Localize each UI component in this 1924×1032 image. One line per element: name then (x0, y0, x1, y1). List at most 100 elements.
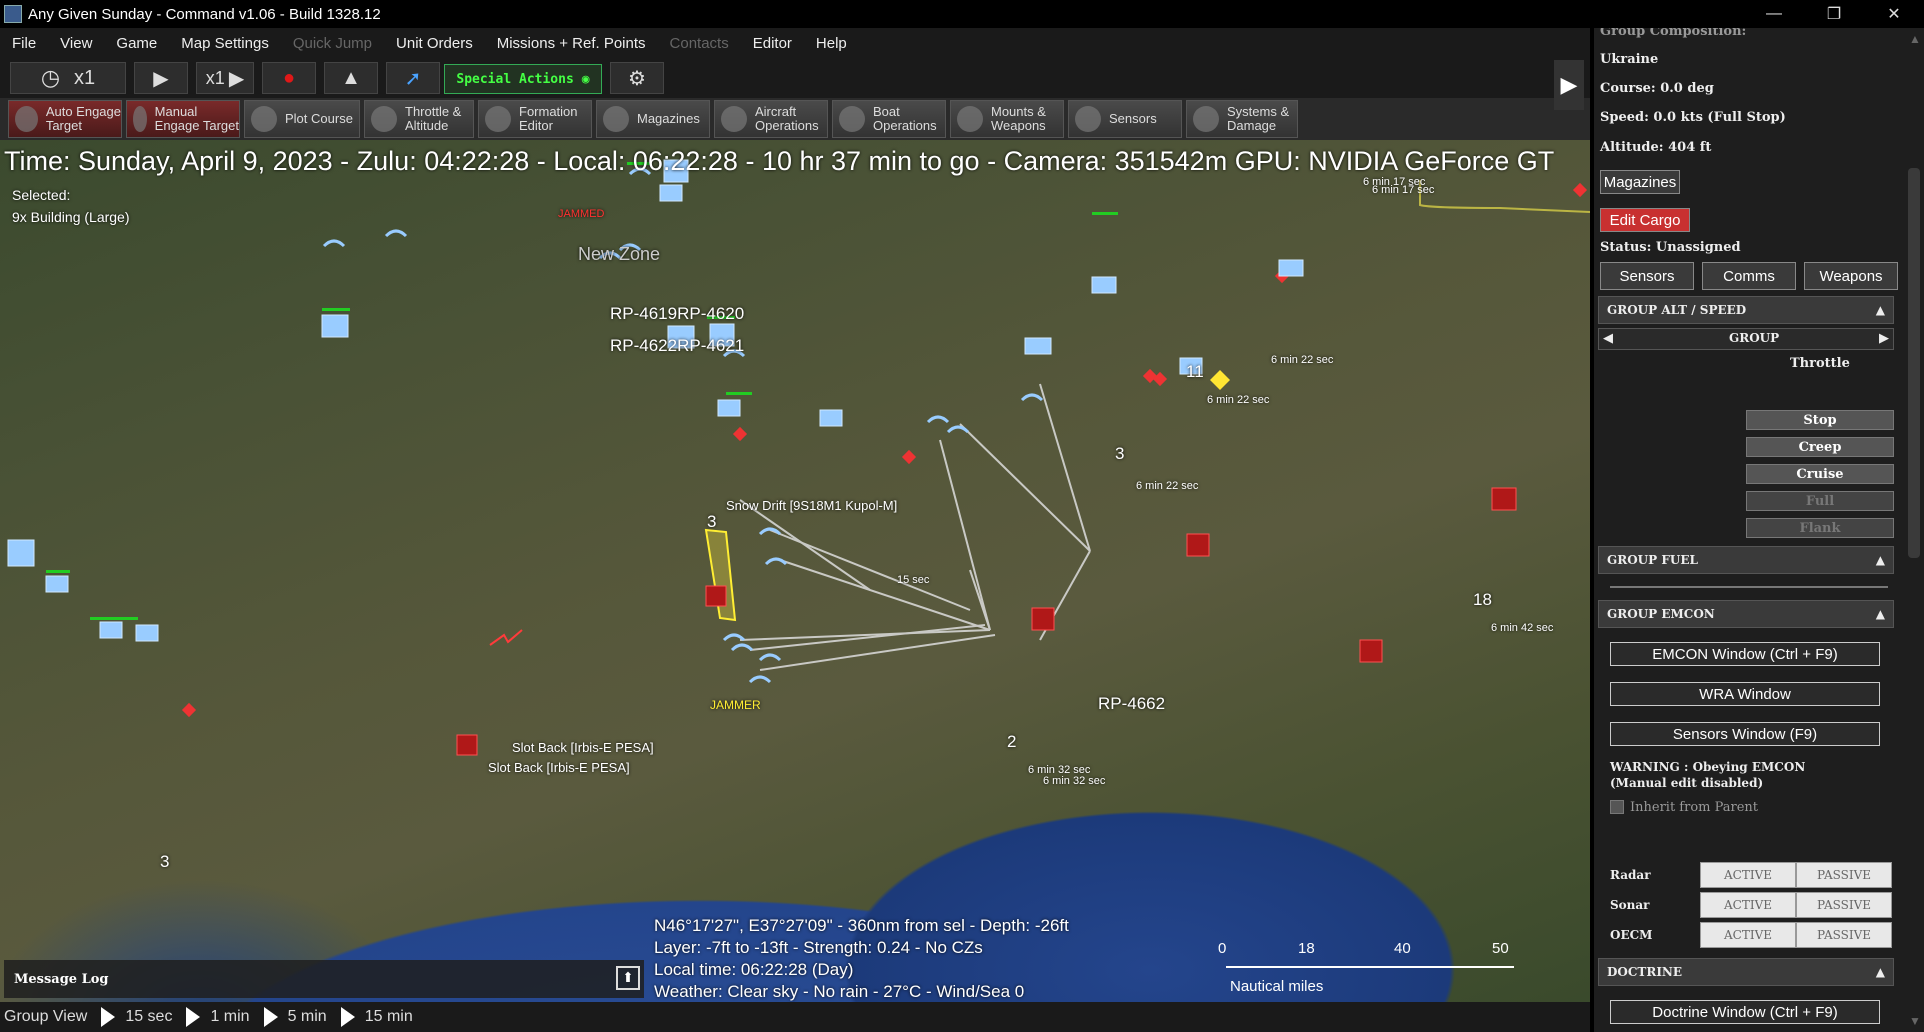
heading-button[interactable]: ➚ (386, 62, 440, 94)
facility-marker[interactable] (1031, 607, 1055, 631)
friendly-unit[interactable] (135, 624, 159, 642)
scroll-down-icon[interactable]: ▼ (1909, 1014, 1921, 1028)
tactical-map[interactable] (0, 140, 1590, 1002)
emcon-radar-passive-button[interactable]: PASSIVE (1796, 862, 1892, 888)
play-button[interactable]: ▶ (134, 62, 188, 94)
toolbar-throttle-altitude-button[interactable]: Throttle & Altitude (364, 100, 474, 138)
collapse-panel-button[interactable]: ▶ (1554, 60, 1584, 110)
aircraft-symbol[interactable] (730, 643, 754, 652)
menu-map-settings[interactable]: Map Settings (169, 35, 281, 52)
emcon-sonar-active-button[interactable]: ACTIVE (1700, 892, 1796, 918)
toolbar-boat-operations-button[interactable]: Boat Operations (832, 100, 946, 138)
friendly-unit[interactable] (1278, 259, 1304, 277)
minimize-button[interactable]: — (1744, 0, 1804, 28)
menu-help[interactable]: Help (804, 35, 859, 52)
edit-cargo-button[interactable]: Edit Cargo (1600, 208, 1690, 232)
facility-marker[interactable] (705, 585, 727, 607)
contact-marker[interactable] (732, 426, 748, 442)
selected-unit-marker[interactable] (1210, 370, 1230, 390)
facility-marker[interactable] (456, 734, 478, 756)
toolbar-plot-course-button[interactable]: Plot Course (244, 100, 360, 138)
settings-button[interactable]: ⚙ (610, 62, 664, 94)
friendly-unit[interactable] (99, 621, 123, 639)
maximize-button[interactable]: ❐ (1804, 0, 1864, 28)
wra-window-button[interactable]: WRA Window (1610, 682, 1880, 706)
time-compression-control[interactable]: ◷ x1 (10, 62, 126, 94)
facility-marker[interactable] (1186, 533, 1210, 557)
friendly-unit[interactable] (717, 399, 741, 417)
facility-marker[interactable] (1359, 639, 1383, 663)
friendly-unit[interactable] (45, 575, 69, 593)
chevron-right-icon[interactable]: ▶ (1879, 331, 1889, 346)
chevron-left-icon[interactable]: ◀ (1603, 331, 1613, 346)
friendly-unit[interactable] (321, 314, 349, 338)
aircraft-symbol[interactable] (322, 239, 346, 248)
friendly-unit[interactable] (7, 539, 35, 567)
sensors-window-button[interactable]: Sensors Window (F9) (1610, 722, 1880, 746)
menu-game[interactable]: Game (104, 35, 169, 52)
time-step-button[interactable]: 5 min (258, 1007, 327, 1027)
time-step-button[interactable]: 15 sec (95, 1007, 172, 1027)
throttle-cruise-button[interactable]: Cruise (1746, 464, 1894, 484)
close-button[interactable]: ✕ (1864, 0, 1924, 28)
emcon-oecm-active-button[interactable]: ACTIVE (1700, 922, 1796, 948)
tab-comms[interactable]: Comms (1702, 262, 1796, 290)
throttle-creep-button[interactable]: Creep (1746, 437, 1894, 457)
toolbar-formation-editor-button[interactable]: Formation Editor (478, 100, 592, 138)
magazines-button[interactable]: Magazines (1600, 170, 1680, 194)
special-actions-button[interactable]: Special Actions ◉ (444, 64, 602, 94)
aircraft-symbol[interactable] (384, 229, 408, 238)
toolbar-mounts-weapons-button[interactable]: Mounts & Weapons (950, 100, 1064, 138)
aircraft-symbol[interactable] (926, 415, 950, 424)
emcon-oecm-passive-button[interactable]: PASSIVE (1796, 922, 1892, 948)
alt-speed-section-header[interactable]: GROUP ALT / SPEED ▲ (1598, 296, 1894, 324)
contact-marker[interactable] (1572, 182, 1588, 198)
toolbar-auto-engage-target-button[interactable]: Auto Engage Target (8, 100, 122, 138)
emcon-window-button[interactable]: EMCON Window (Ctrl + F9) (1610, 642, 1880, 666)
friendly-unit[interactable] (659, 184, 683, 202)
toolbar-aircraft-operations-button[interactable]: Aircraft Operations (714, 100, 828, 138)
menu-editor[interactable]: Editor (741, 35, 804, 52)
scroll-thumb[interactable] (1908, 168, 1920, 558)
step-button[interactable]: x1 ▶ (196, 62, 254, 94)
tab-weapons[interactable]: Weapons (1804, 262, 1898, 290)
toolbar-systems-damage-button[interactable]: Systems & Damage (1186, 100, 1298, 138)
message-log-bar[interactable]: Message Log ⬆ (4, 960, 644, 998)
aircraft-symbol[interactable] (764, 557, 788, 566)
time-step-button[interactable]: 1 min (180, 1007, 250, 1027)
record-button[interactable]: ● (262, 62, 316, 94)
friendly-unit[interactable] (1091, 276, 1117, 294)
toolbar-magazines-button[interactable]: Magazines (596, 100, 710, 138)
contact-marker[interactable] (181, 702, 197, 718)
menu-view[interactable]: View (48, 35, 104, 52)
menu-missions-ref-points[interactable]: Missions + Ref. Points (485, 35, 658, 52)
fuel-section-header[interactable]: GROUP FUEL ▲ (1598, 546, 1894, 574)
time-step-button[interactable]: 15 min (335, 1007, 413, 1027)
collapse-icon[interactable]: ▲ (1876, 303, 1885, 317)
facility-marker[interactable] (1491, 487, 1517, 511)
collapse-icon[interactable]: ▲ (1876, 553, 1885, 567)
aircraft-symbol[interactable] (758, 527, 782, 536)
friendly-unit[interactable] (1024, 337, 1052, 355)
aircraft-symbol[interactable] (758, 653, 782, 662)
doctrine-section-header[interactable]: DOCTRINE ▲ (1598, 958, 1894, 986)
aircraft-symbol[interactable] (722, 633, 746, 642)
contact-marker[interactable] (901, 449, 917, 465)
collapse-icon[interactable]: ▲ (1876, 607, 1885, 621)
aircraft-symbol[interactable] (946, 425, 970, 434)
inherit-checkbox[interactable] (1610, 800, 1624, 814)
aircraft-symbol[interactable] (748, 675, 772, 684)
menu-unit-orders[interactable]: Unit Orders (384, 35, 485, 52)
menu-file[interactable]: File (0, 35, 48, 52)
throttle-stop-button[interactable]: Stop (1746, 410, 1894, 430)
collapse-icon[interactable]: ▲ (1876, 965, 1885, 979)
panel-scrollbar[interactable]: ▲ ▼ (1904, 28, 1924, 1032)
aircraft-symbol[interactable] (1020, 393, 1044, 402)
scroll-up-icon[interactable]: ▲ (1909, 32, 1921, 46)
expand-log-icon[interactable]: ⬆ (616, 966, 640, 990)
emcon-radar-active-button[interactable]: ACTIVE (1700, 862, 1796, 888)
friendly-unit[interactable] (819, 409, 843, 427)
toolbar-sensors-button[interactable]: Sensors (1068, 100, 1182, 138)
emcon-sonar-passive-button[interactable]: PASSIVE (1796, 892, 1892, 918)
toolbar-manual-engage-target-button[interactable]: Manual Engage Target (126, 100, 240, 138)
